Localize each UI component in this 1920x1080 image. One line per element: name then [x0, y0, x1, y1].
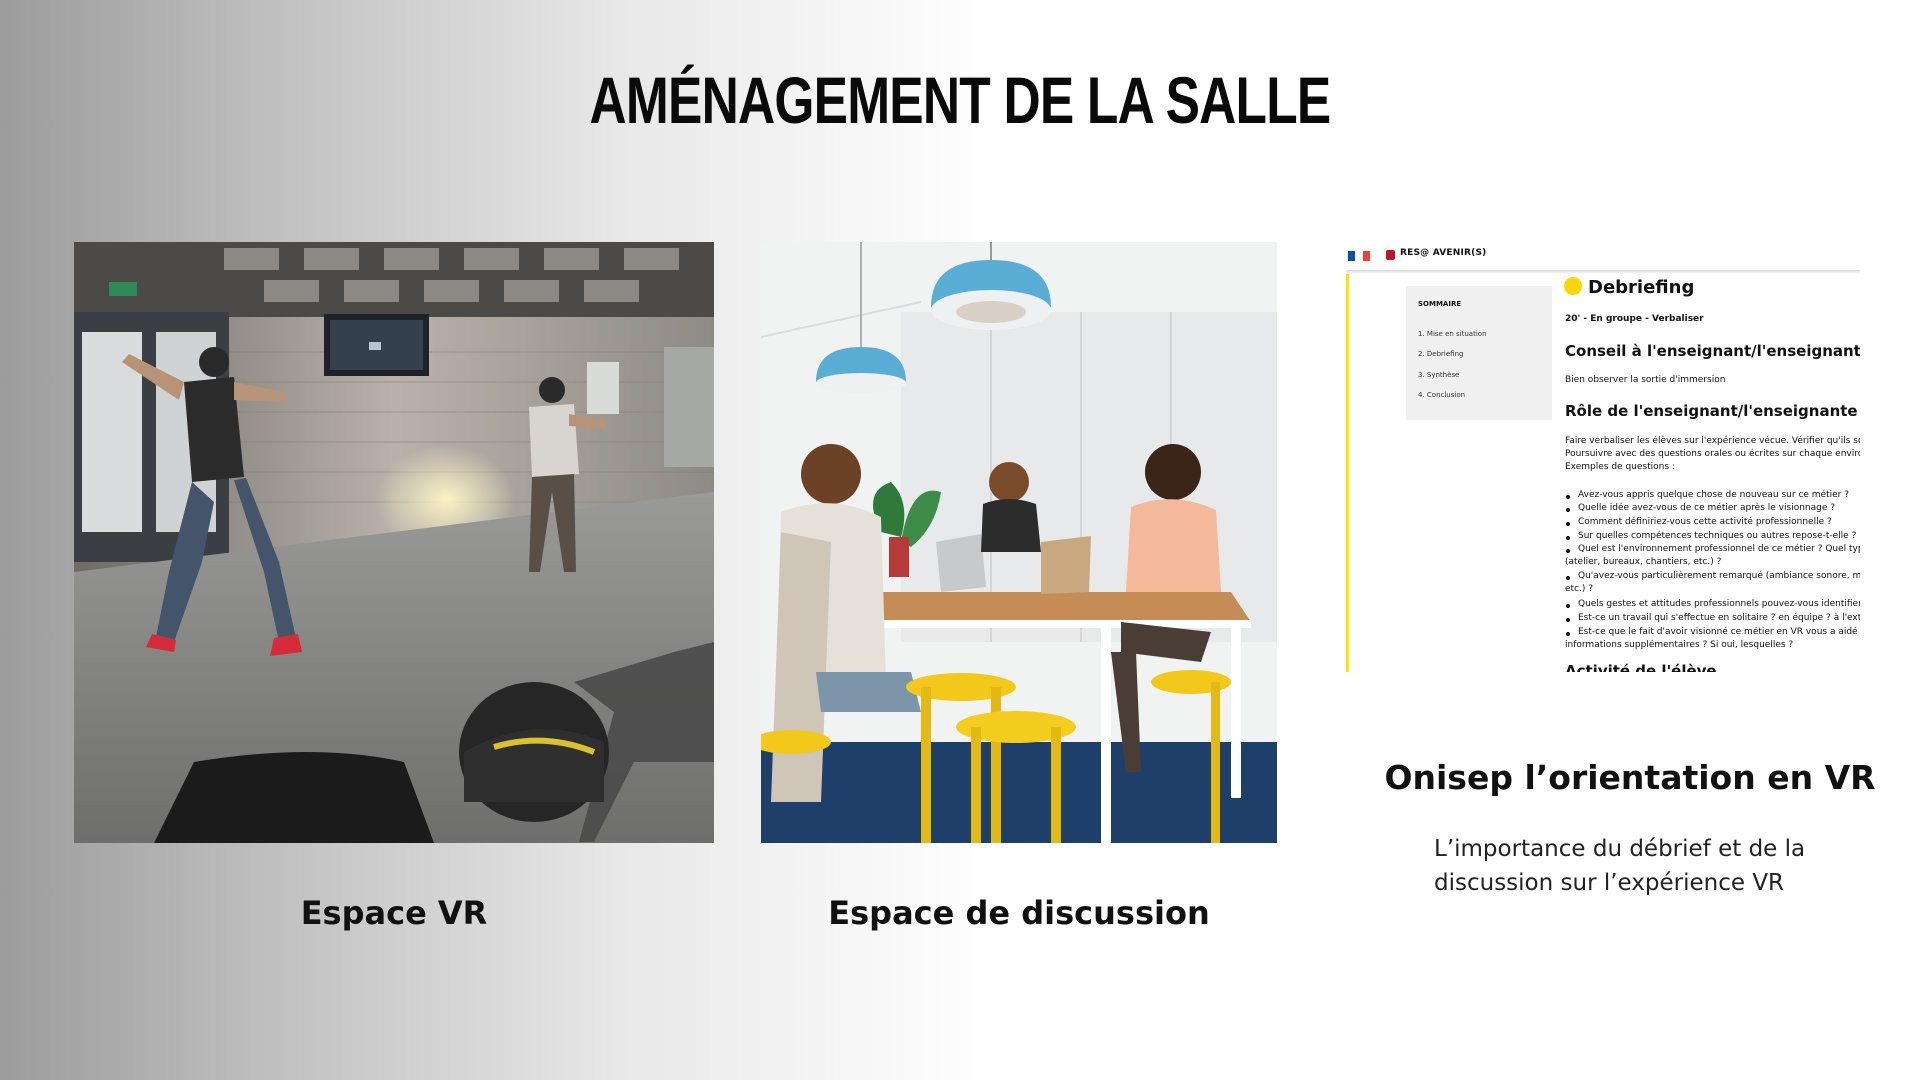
- doc-heading: Debriefing: [1588, 277, 1695, 298]
- doc-question-continuation: (atelier, bureaux, chantiers, etc.) ?: [1565, 557, 1722, 567]
- doc-section-title: Conseil à l'enseignant/l'enseignante: [1565, 342, 1860, 360]
- doc-header: RES@ AVENIR(S): [1346, 242, 1860, 270]
- doc-question-item: Quels gestes et attitudes professionnels…: [1565, 599, 1860, 609]
- doc-question-item: Est-ce un travail qui s'effectue en soli…: [1566, 613, 1860, 623]
- discussion-space-photo: [761, 242, 1277, 843]
- doc-question-item: Qu'avez-vous particulièrement remarqué (…: [1566, 571, 1860, 581]
- doc-subheading: 20' - En groupe - Verbaliser: [1565, 314, 1704, 324]
- sommaire-title: SOMMAIRE: [1418, 300, 1462, 308]
- vr-space-illustration: [74, 242, 714, 843]
- onisep-description: L’importance du débrief et de la discuss…: [1434, 832, 1854, 900]
- doc-question-item: Quelle idée avez-vous de ce métier après…: [1565, 503, 1836, 513]
- doc-paragraph: Poursuivre avec des questions orales ou …: [1565, 449, 1860, 459]
- doc-paragraph: Faire verbaliser les élèves sur l'expéri…: [1565, 436, 1860, 446]
- doc-question-item: Est-ce que le fait d'avoir visionné ce m…: [1566, 627, 1860, 637]
- doc-section-title: Rôle de l'enseignant/l'enseignante: [1565, 402, 1858, 420]
- doc-question-item: Sur quelles compétences techniques ou au…: [1565, 531, 1857, 541]
- doc-question-item: Quel est l'environnement professionnel d…: [1565, 544, 1860, 554]
- onisep-description-line: discussion sur l’expérience VR: [1434, 870, 1785, 896]
- discussion-space-illustration: [761, 242, 1277, 843]
- doc-accent-bar: [1346, 274, 1349, 672]
- yellow-dot-icon: [1564, 277, 1582, 295]
- doc-paragraph: Bien observer la sortie d'immersion: [1565, 375, 1726, 385]
- doc-divider: [1346, 270, 1860, 274]
- onisep-description-line: L’importance du débrief et de la: [1434, 836, 1806, 862]
- onisep-title: Onisep l’orientation en VR: [1384, 758, 1876, 797]
- doc-sommaire: SOMMAIRE 1. Mise en situation 2. Debrief…: [1406, 286, 1552, 420]
- doc-question-continuation: informations supplémentaires ? Si oui, l…: [1565, 640, 1794, 650]
- doc-question-item: Comment définiriez-vous cette activité p…: [1566, 517, 1832, 527]
- sommaire-item: 1. Mise en situation: [1418, 330, 1487, 338]
- doc-paragraph: Exemples de questions :: [1565, 462, 1675, 472]
- french-flag-icon: [1348, 251, 1370, 261]
- sommaire-item: 2. Debriefing: [1418, 350, 1464, 358]
- doc-logo-text: RES@ AVENIR(S): [1400, 248, 1487, 258]
- slide-title: AMÉNAGEMENT DE LA SALLE: [589, 63, 1332, 137]
- debriefing-document-screenshot: RES@ AVENIR(S) SOMMAIRE 1. Mise en situa…: [1346, 242, 1860, 672]
- discussion-space-caption: Espace de discussion: [828, 894, 1210, 932]
- logo-icon: [1386, 250, 1395, 260]
- sommaire-item: 4. Conclusion: [1418, 391, 1466, 399]
- sommaire-item: 3. Synthèse: [1418, 371, 1460, 379]
- doc-question-continuation: etc.) ?: [1565, 584, 1594, 594]
- doc-question-item: Avez-vous appris quelque chose de nouvea…: [1566, 490, 1849, 500]
- vr-space-photo: [74, 242, 714, 843]
- vr-space-caption: Espace VR: [300, 894, 488, 932]
- doc-section-title: Activité de l'élève: [1565, 662, 1717, 672]
